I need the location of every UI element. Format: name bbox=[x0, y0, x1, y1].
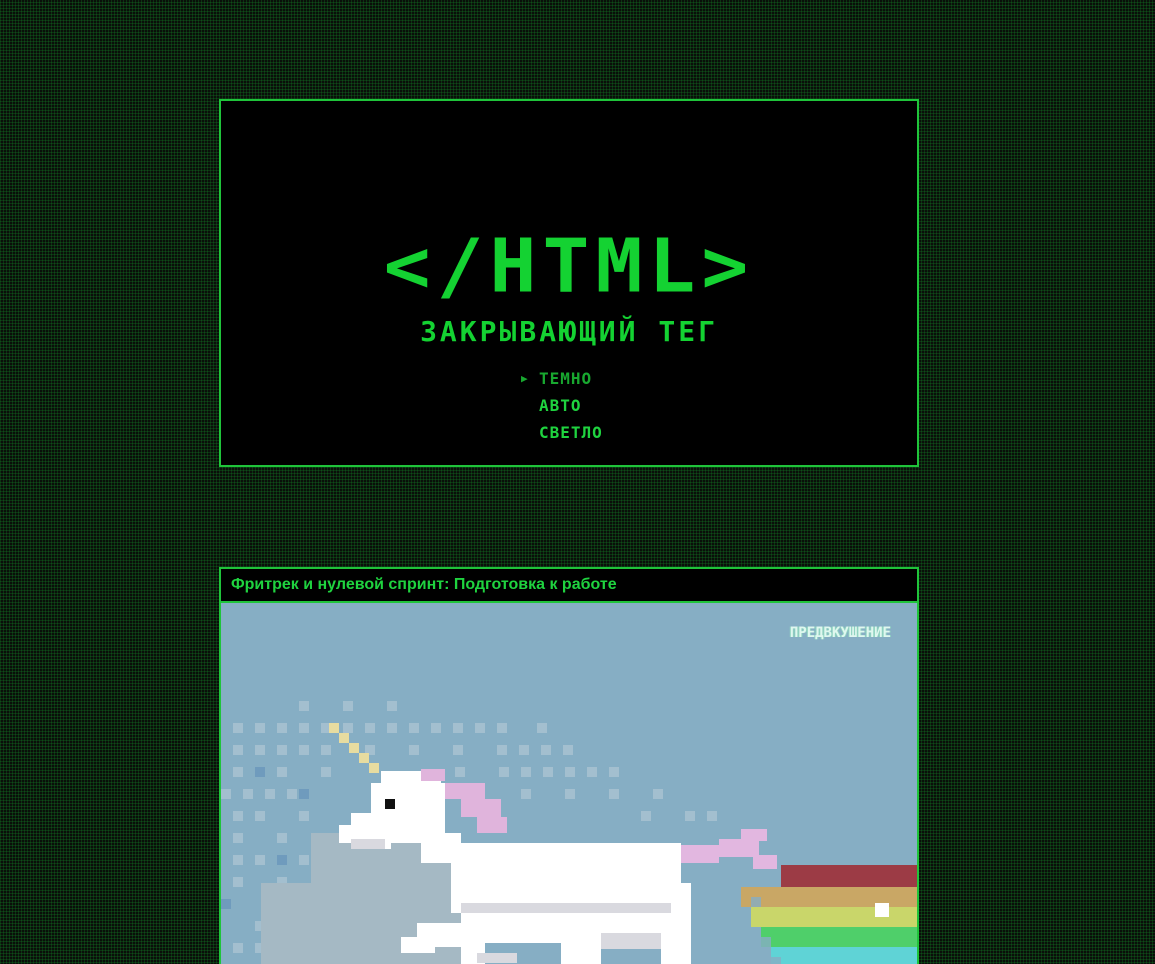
site-header: </HTML> ЗАКРЫВАЮЩИЙ ТЕГ ▶ ТЕМНО АВТО СВЕ… bbox=[219, 99, 919, 467]
site-logo[interactable]: </HTML> bbox=[221, 230, 917, 304]
theme-option-auto[interactable]: АВТО bbox=[521, 392, 661, 419]
article-title-link[interactable]: Фритрек и нулевой спринт: Подготовка к р… bbox=[221, 569, 917, 603]
site-subtitle: ЗАКРЫВАЮЩИЙ ТЕГ bbox=[420, 315, 718, 348]
theme-option-light[interactable]: СВЕТЛО bbox=[521, 419, 661, 446]
article-card[interactable]: Фритрек и нулевой спринт: Подготовка к р… bbox=[219, 567, 919, 964]
selected-triangle-icon: ▶ bbox=[521, 372, 529, 385]
theme-switcher: ▶ ТЕМНО АВТО СВЕТЛО bbox=[521, 365, 661, 446]
theme-option-label: АВТО bbox=[539, 396, 582, 415]
theme-option-label: СВЕТЛО bbox=[539, 423, 603, 442]
theme-option-label: ТЕМНО bbox=[539, 369, 593, 388]
article-cover-image[interactable]: ПРЕДВКУШЕНИЕ bbox=[221, 603, 917, 964]
pixel-unicorn-illustration bbox=[221, 603, 917, 964]
article-category-badge: ПРЕДВКУШЕНИЕ bbox=[789, 625, 891, 641]
theme-option-dark[interactable]: ▶ ТЕМНО bbox=[521, 365, 661, 392]
